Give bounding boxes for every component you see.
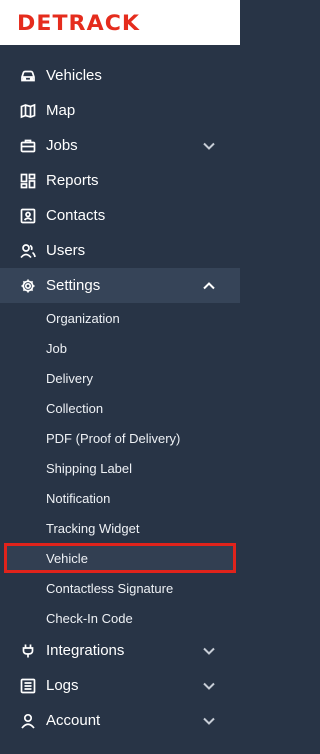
car-icon <box>20 68 36 84</box>
sidebar-item-label: Users <box>46 242 86 259</box>
submenu-item-check-in-code[interactable]: Check-In Code <box>0 603 240 633</box>
sidebar-item-label: Map <box>46 102 76 119</box>
contact-card-icon <box>20 208 36 224</box>
sidebar-item-label: Vehicles <box>46 67 102 84</box>
sidebar-item-contacts[interactable]: Contacts <box>0 198 240 233</box>
dashboard-icon <box>20 173 36 189</box>
sidebar-item-label: Settings <box>46 277 101 294</box>
sidebar-item-settings[interactable]: Settings <box>0 268 240 303</box>
detrack-logo[interactable]: DETRACK <box>17 11 140 35</box>
briefcase-icon <box>20 138 36 154</box>
submenu-item-organization[interactable]: Organization <box>0 303 240 333</box>
list-icon <box>20 678 36 694</box>
chevron-up-icon[interactable] <box>202 279 216 293</box>
submenu-item-notification[interactable]: Notification <box>0 483 240 513</box>
submenu-item-delivery[interactable]: Delivery <box>0 363 240 393</box>
submenu-item-vehicle[interactable]: Vehicle <box>4 543 236 573</box>
chevron-down-icon[interactable] <box>202 679 216 693</box>
sidebar-item-label: Integrations <box>46 642 125 659</box>
users-icon <box>20 243 36 259</box>
sidebar-item-logs[interactable]: Logs <box>0 668 240 703</box>
sidebar-item-vehicles[interactable]: Vehicles <box>0 58 240 93</box>
submenu-item-contactless-signature[interactable]: Contactless Signature <box>0 573 240 603</box>
sidebar-item-jobs[interactable]: Jobs <box>0 128 240 163</box>
sidebar-item-label: Contacts <box>46 207 106 224</box>
submenu-item-tracking-widget[interactable]: Tracking Widget <box>0 513 240 543</box>
submenu-item-shipping-label[interactable]: Shipping Label <box>0 453 240 483</box>
sidebar-nav: Vehicles Map Jobs Reports Contacts Users <box>0 45 240 738</box>
map-icon <box>20 103 36 119</box>
chevron-down-icon[interactable] <box>202 714 216 728</box>
submenu-item-pdf[interactable]: PDF (Proof of Delivery) <box>0 423 240 453</box>
sidebar-item-label: Logs <box>46 677 79 694</box>
sidebar-item-label: Jobs <box>46 137 78 154</box>
plug-icon <box>20 643 36 659</box>
sidebar-item-map[interactable]: Map <box>0 93 240 128</box>
submenu-item-job[interactable]: Job <box>0 333 240 363</box>
sidebar-item-integrations[interactable]: Integrations <box>0 633 240 668</box>
settings-submenu: Organization Job Delivery Collection PDF… <box>0 303 240 633</box>
user-icon <box>20 713 36 729</box>
sidebar-item-users[interactable]: Users <box>0 233 240 268</box>
chevron-down-icon[interactable] <box>202 139 216 153</box>
chevron-down-icon[interactable] <box>202 644 216 658</box>
sidebar-item-reports[interactable]: Reports <box>0 163 240 198</box>
logo-bar: DETRACK <box>0 0 240 45</box>
sidebar-item-account[interactable]: Account <box>0 703 240 738</box>
sidebar-item-label: Reports <box>46 172 99 189</box>
sidebar-item-label: Account <box>46 712 101 729</box>
gear-icon <box>20 278 36 294</box>
submenu-item-collection[interactable]: Collection <box>0 393 240 423</box>
